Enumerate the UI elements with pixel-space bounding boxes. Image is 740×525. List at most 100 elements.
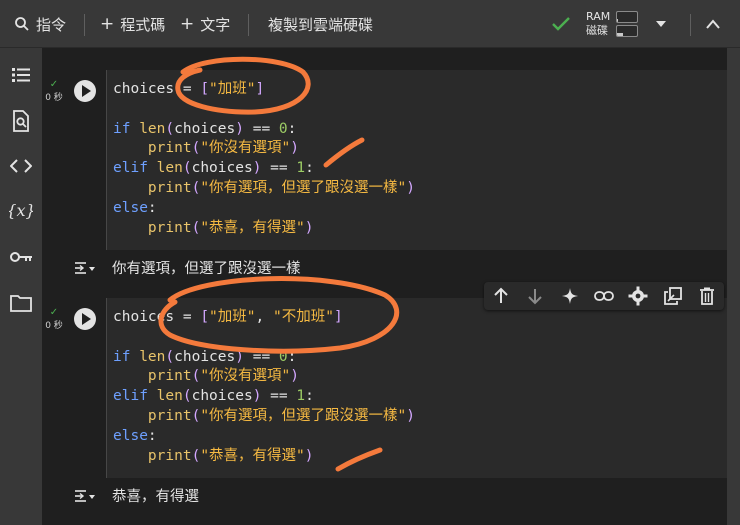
- play-icon: [82, 313, 91, 325]
- trash-icon: [699, 287, 714, 305]
- code-token: ==: [261, 160, 297, 177]
- secrets-button[interactable]: [8, 244, 34, 270]
- code-token: ): [290, 140, 300, 157]
- runtime-dropdown-button[interactable]: [654, 0, 668, 48]
- play-icon: [82, 85, 91, 97]
- code-token: print: [147, 407, 192, 424]
- code-editor[interactable]: choices = ["加班", "不加班"] if len(choices) =…: [106, 298, 740, 478]
- code-token: "恭喜，有得選": [200, 447, 305, 464]
- find-in-page-icon: [13, 110, 29, 132]
- code-token: len: [139, 348, 166, 365]
- toolbar-divider: [84, 14, 85, 36]
- plus-icon: +: [180, 14, 195, 34]
- code-line: print("你沒有選項"): [113, 139, 740, 159]
- code-token: choices: [174, 120, 236, 137]
- cell-output: 恭喜，有得選: [106, 478, 740, 512]
- left-sidebar: {x}: [0, 48, 42, 525]
- code-line: print("你有選項，但選了跟沒選一樣"): [113, 179, 740, 199]
- code-line: if len(choices) == 0:: [113, 348, 740, 368]
- code-token: [: [200, 81, 210, 97]
- code-token: :: [287, 120, 297, 137]
- delete-cell-button[interactable]: [695, 284, 719, 308]
- command-label: 指令: [36, 15, 67, 34]
- resource-monitor[interactable]: RAM 磁碟: [586, 10, 638, 38]
- code-token: ==: [243, 120, 279, 137]
- move-cell-down-button[interactable]: [523, 284, 547, 308]
- code-token: ): [406, 407, 416, 424]
- command-palette-button[interactable]: 指令: [14, 0, 66, 48]
- cell-toolbar: [484, 282, 724, 310]
- code-token: ): [290, 368, 300, 385]
- code-token: print: [147, 219, 192, 236]
- find-replace-button[interactable]: [8, 108, 34, 134]
- open-in-tab-icon: [663, 287, 682, 305]
- run-cell-button[interactable]: [74, 80, 96, 102]
- collapse-toolbar-button[interactable]: [705, 0, 721, 48]
- code-token: :: [305, 388, 314, 405]
- code-token: (: [165, 120, 175, 137]
- check-icon: ✓: [49, 307, 59, 318]
- code-icon: [10, 159, 32, 173]
- key-icon: [10, 252, 32, 262]
- chevron-up-icon: [706, 19, 720, 29]
- run-cell-button[interactable]: [74, 308, 96, 330]
- output-toggle-button[interactable]: [74, 486, 96, 506]
- disk-meter: [616, 25, 638, 37]
- move-cell-up-button[interactable]: [489, 284, 513, 308]
- code-token: (: [191, 407, 201, 424]
- svg-text:{x}: {x}: [9, 201, 33, 220]
- caret-down-icon: [656, 21, 666, 27]
- disk-label: 磁碟: [586, 24, 608, 37]
- code-token: 0: [278, 348, 288, 365]
- code-token: else: [113, 199, 148, 216]
- code-token: ): [304, 447, 314, 464]
- variables-button[interactable]: {x}: [8, 198, 34, 224]
- ram-label: RAM: [586, 10, 611, 23]
- sparkle-icon: [561, 288, 578, 304]
- code-token: choices: [191, 160, 253, 177]
- code-token: ,: [255, 309, 273, 325]
- add-code-button[interactable]: + 程式碼: [100, 0, 165, 48]
- table-of-contents-button[interactable]: [8, 62, 34, 88]
- code-token: ): [235, 120, 244, 137]
- code-token: (: [191, 179, 201, 196]
- copy-link-button[interactable]: [592, 284, 616, 308]
- code-line: choices = ["加班", "不加班"]: [113, 308, 740, 328]
- code-token: ): [304, 219, 314, 236]
- arrow-down-icon: [528, 289, 543, 305]
- list-icon: [12, 68, 30, 82]
- mirror-cell-button[interactable]: [661, 284, 685, 308]
- ai-generate-button[interactable]: [558, 284, 582, 308]
- execution-time: 0 秒: [45, 321, 63, 331]
- code-line: elif len(choices) == 1:: [113, 387, 740, 407]
- check-icon: ✓: [49, 79, 59, 90]
- code-token: elif: [113, 160, 157, 177]
- cell-gutter: ✓ 0 秒: [42, 70, 106, 250]
- toolbar-divider: [248, 14, 249, 36]
- code-token: :: [147, 199, 157, 216]
- code-token: (: [182, 160, 192, 177]
- code-token: (: [191, 368, 201, 385]
- cell-settings-button[interactable]: [626, 284, 650, 308]
- output-toggle-button[interactable]: [74, 258, 96, 278]
- code-editor[interactable]: choices = ["加班"] if len(choices) == 0: pr…: [106, 70, 740, 250]
- files-button[interactable]: [8, 290, 34, 316]
- code-token: choices =: [113, 309, 201, 325]
- code-token: (: [182, 388, 192, 405]
- connected-status[interactable]: [551, 0, 571, 48]
- code-token: print: [147, 140, 192, 157]
- code-token: :: [147, 427, 157, 444]
- copy-to-drive-button[interactable]: 複製到雲端硬碟: [268, 0, 373, 48]
- code-token: ]: [333, 309, 343, 325]
- scrollbar-track[interactable]: [727, 48, 740, 525]
- ram-meter: [616, 11, 638, 23]
- disk-meter-fill: [617, 33, 623, 36]
- code-token: "你有選項，但選了跟沒選一樣": [200, 179, 407, 196]
- top-toolbar: 指令 + 程式碼 + 文字 複製到雲端硬碟 RAM 磁碟: [0, 0, 740, 48]
- output-actions-icon: [75, 490, 95, 502]
- code-snippets-button[interactable]: [8, 153, 34, 179]
- add-text-button[interactable]: + 文字: [180, 0, 230, 48]
